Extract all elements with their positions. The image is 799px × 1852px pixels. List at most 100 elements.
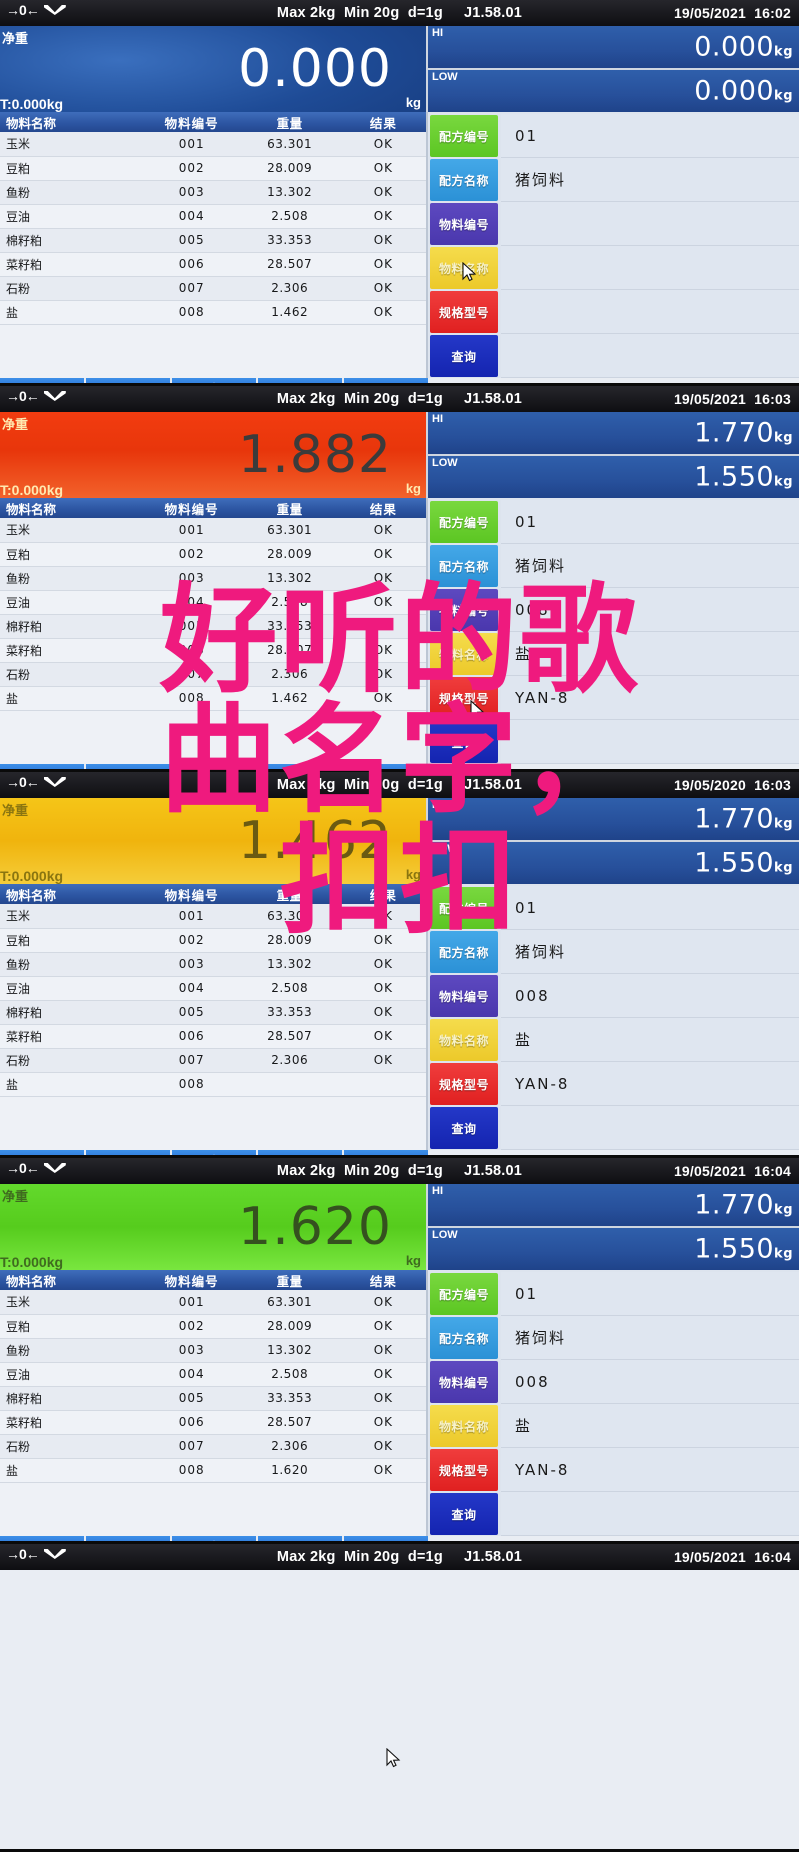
new-batch-button[interactable]: 新批 — [172, 378, 258, 383]
page-up-button[interactable]: 上翻 — [0, 378, 86, 383]
save-button[interactable]: 保存 — [344, 1536, 428, 1541]
cell-result: OK — [340, 156, 426, 181]
content-row: 物料名称 物料编号 重量 结果 玉米 001 63.301 OK 豆粕 002 28.009 OK 鱼粉… — [0, 1270, 799, 1536]
table-row[interactable]: 玉米 001 63.301 OK — [0, 518, 426, 543]
material-name-button[interactable]: 物料名称 — [430, 247, 498, 289]
material-name-value[interactable]: 盐 — [501, 1018, 799, 1062]
table-row[interactable]: 鱼粉 003 13.302 OK — [0, 1338, 426, 1363]
table-row[interactable]: 菜籽粕 006 28.507 OK — [0, 1410, 426, 1435]
recipe-no-value[interactable]: 01 — [501, 500, 799, 544]
table-row[interactable]: 鱼粉 003 13.302 OK — [0, 952, 426, 977]
page-down-button[interactable]: 下翻 — [86, 1150, 172, 1155]
cell-material-no: 002 — [144, 156, 239, 181]
cell-material-name: 玉米 — [0, 518, 145, 543]
table-row[interactable]: 石粉 007 2.306 OK — [0, 1434, 426, 1459]
spec-model-button[interactable]: 规格型号 — [430, 1449, 498, 1491]
hi-value: 1.770kg — [694, 417, 793, 449]
cell-weight: 63.301 — [238, 1290, 341, 1315]
cell-result: OK — [340, 1048, 426, 1073]
material-name-button[interactable]: 物料名称 — [430, 1019, 498, 1061]
material-name-value[interactable] — [501, 246, 799, 290]
query-button[interactable]: 查询 — [430, 1107, 498, 1149]
cell-material-no: 005 — [144, 1000, 239, 1025]
material-no-button[interactable]: 物料编号 — [430, 203, 498, 245]
page-up-button[interactable]: 上翻 — [0, 1536, 86, 1541]
recipe-name-button[interactable]: 配方名称 — [430, 159, 498, 201]
query-button[interactable]: 查询 — [430, 335, 498, 377]
table-row[interactable]: 豆粕 002 28.009 OK — [0, 542, 426, 567]
table-row[interactable]: 石粉 007 2.306 OK — [0, 276, 426, 301]
weight-unit: kg — [405, 1253, 421, 1268]
field-row-material-no: 物料编号 008 — [428, 974, 799, 1018]
cell-material-no: 006 — [144, 1410, 239, 1435]
material-no-value[interactable] — [501, 202, 799, 246]
table-row[interactable]: 玉米 001 63.301 OK — [0, 132, 426, 157]
material-no-value[interactable]: 008 — [501, 1360, 799, 1404]
spec-model-button[interactable]: 规格型号 — [430, 1063, 498, 1105]
cell-material-name: 棉籽粕 — [0, 1386, 145, 1411]
overlay-line-2: 曲名字， — [159, 691, 640, 830]
material-table-pane[interactable]: 物料名称 物料编号 重量 结果 玉米 001 63.301 OK 豆粕 002 28.009 OK 鱼粉… — [0, 112, 428, 378]
recipe-name-button[interactable]: 配方名称 — [430, 1317, 498, 1359]
reprint-button[interactable]: 补打印 — [258, 1536, 344, 1541]
recipe-no-value[interactable]: 01 — [501, 114, 799, 158]
spec-model-value[interactable] — [501, 290, 799, 334]
cell-material-no: 007 — [144, 1048, 239, 1073]
reprint-button[interactable]: 补打印 — [258, 1150, 344, 1155]
material-no-value[interactable]: 008 — [501, 974, 799, 1018]
query-value[interactable] — [501, 1492, 799, 1536]
recipe-no-button[interactable]: 配方编号 — [430, 1273, 498, 1315]
table-row[interactable]: 棉籽粕 005 33.353 OK — [0, 228, 426, 253]
reprint-button[interactable]: 补打印 — [258, 378, 344, 383]
table-row[interactable]: 菜籽粕 006 28.507 OK — [0, 1024, 426, 1049]
cell-result: OK — [340, 252, 426, 277]
table-row[interactable]: 豆油 004 2.508 OK — [0, 976, 426, 1001]
spec-model-value[interactable]: YAN-8 — [501, 1448, 799, 1492]
table-row[interactable]: 鱼粉 003 13.302 OK — [0, 180, 426, 205]
table-header-row: 物料名称 物料编号 重量 结果 — [0, 1270, 426, 1290]
page-down-button[interactable]: 下翻 — [86, 378, 172, 383]
low-label: LOW — [432, 457, 458, 469]
save-button[interactable]: 保存 — [344, 1150, 428, 1155]
table-row[interactable]: 石粉 007 2.306 OK — [0, 1048, 426, 1073]
table-row[interactable]: 豆油 004 2.508 OK — [0, 204, 426, 229]
recipe-name-value[interactable]: 猪饲料 — [501, 1316, 799, 1360]
table-row[interactable]: 菜籽粕 006 28.507 OK — [0, 252, 426, 277]
table-row[interactable]: 豆粕 002 28.009 OK — [0, 156, 426, 181]
net-weight-label: 净重 — [2, 417, 29, 432]
material-name-value[interactable]: 盐 — [501, 1404, 799, 1448]
save-button[interactable]: 保存 — [344, 378, 428, 383]
table-row[interactable]: 豆油 004 2.508 OK — [0, 1362, 426, 1387]
table-row[interactable]: 棉籽粕 005 33.353 OK — [0, 1000, 426, 1025]
table-row[interactable]: 玉米 001 63.301 OK — [0, 1290, 426, 1315]
spec-model-value[interactable]: YAN-8 — [501, 1062, 799, 1106]
material-name-button[interactable]: 物料名称 — [430, 1405, 498, 1447]
date-time: 19/05/2021 16:04 — [673, 1549, 791, 1565]
query-value[interactable] — [501, 1106, 799, 1150]
cell-material-name: 盐 — [0, 1072, 145, 1097]
recipe-no-button[interactable]: 配方编号 — [430, 501, 498, 543]
material-no-button[interactable]: 物料编号 — [430, 1361, 498, 1403]
material-no-button[interactable]: 物料编号 — [430, 975, 498, 1017]
field-row-query: 查询 — [428, 1492, 799, 1536]
table-row[interactable]: 盐 008 — [0, 1072, 426, 1097]
field-row-spec-model: 规格型号 YAN-8 — [428, 1062, 799, 1106]
table-row[interactable]: 豆粕 002 28.009 OK — [0, 1314, 426, 1339]
cell-weight: 2.508 — [238, 204, 341, 229]
new-batch-button[interactable]: 新批 — [172, 1536, 258, 1541]
page-down-button[interactable]: 下翻 — [86, 1536, 172, 1541]
query-value[interactable] — [501, 334, 799, 378]
cell-material-name: 鱼粉 — [0, 952, 145, 977]
table-row[interactable]: 棉籽粕 005 33.353 OK — [0, 1386, 426, 1411]
recipe-no-button[interactable]: 配方编号 — [430, 115, 498, 157]
table-row[interactable]: 盐 008 1.462 OK — [0, 300, 426, 325]
page-up-button[interactable]: 上翻 — [0, 1150, 86, 1155]
material-table-pane[interactable]: 物料名称 物料编号 重量 结果 玉米 001 63.301 OK 豆粕 002 28.009 OK 鱼粉… — [0, 1270, 428, 1536]
new-batch-button[interactable]: 新批 — [172, 1150, 258, 1155]
recipe-name-value[interactable]: 猪饲料 — [501, 158, 799, 202]
field-row-recipe-name: 配方名称 猪饲料 — [428, 158, 799, 202]
recipe-no-value[interactable]: 01 — [501, 1272, 799, 1316]
spec-model-button[interactable]: 规格型号 — [430, 291, 498, 333]
query-button[interactable]: 查询 — [430, 1493, 498, 1535]
table-row[interactable]: 盐 008 1.620 OK — [0, 1458, 426, 1483]
